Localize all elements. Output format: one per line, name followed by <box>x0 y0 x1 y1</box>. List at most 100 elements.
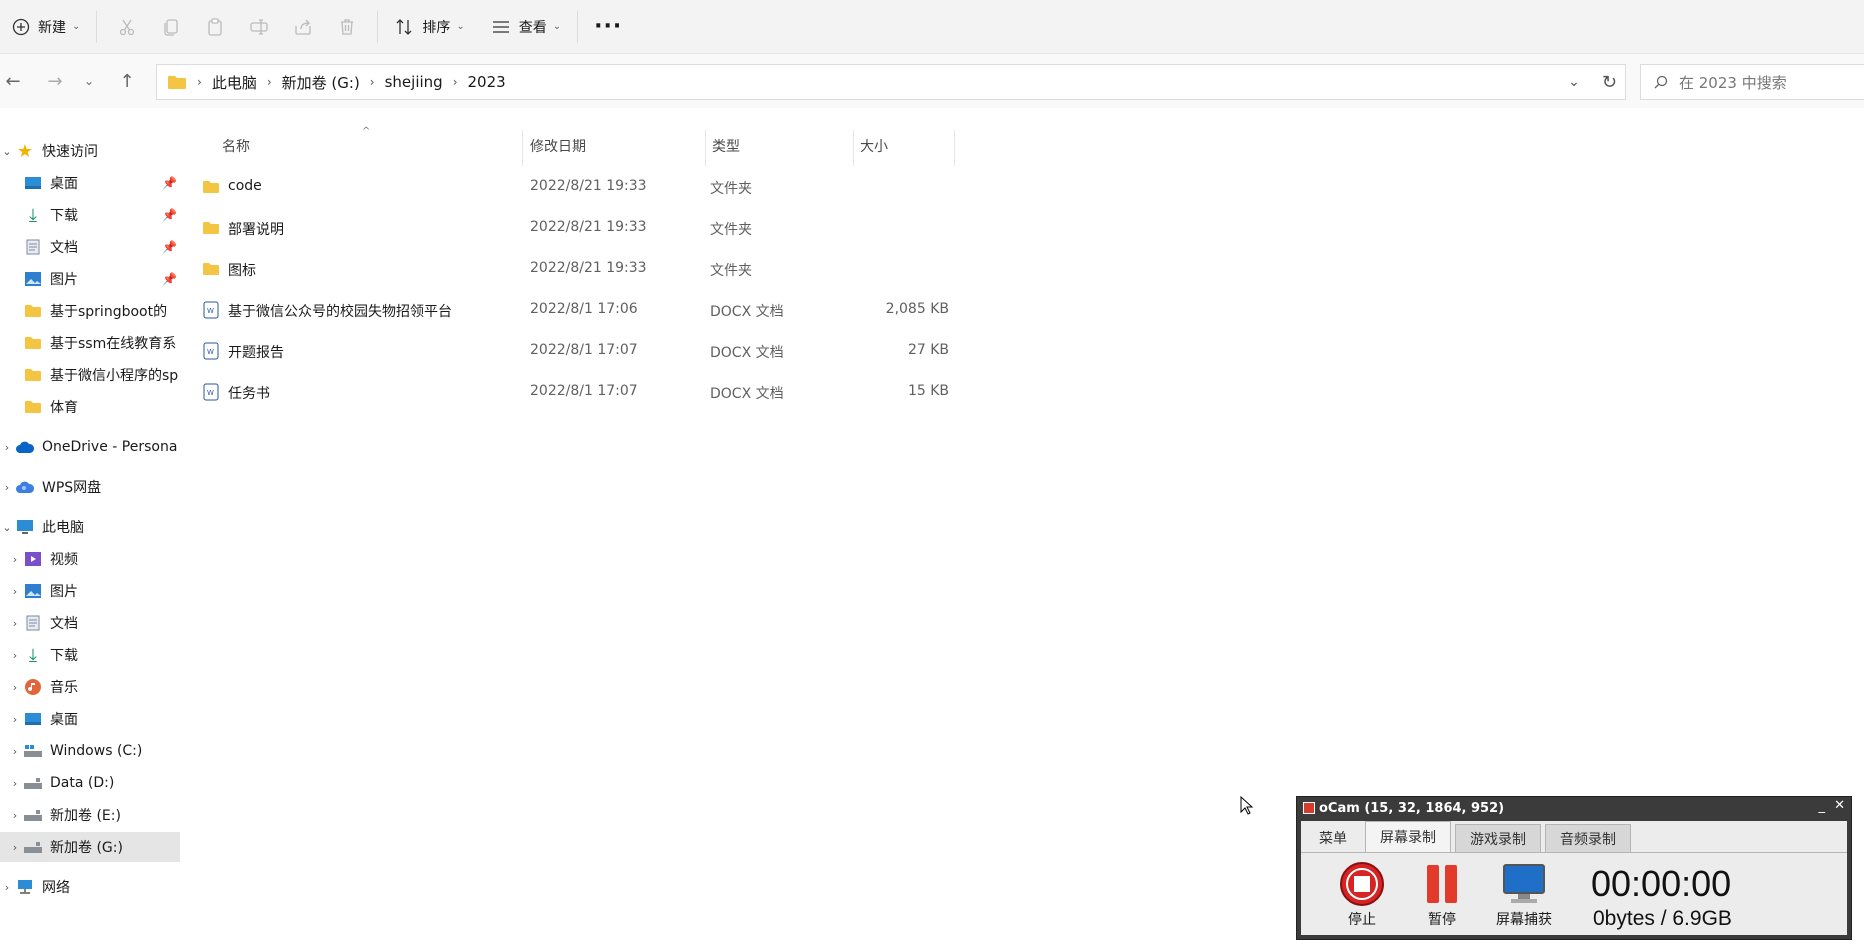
ocam-window: oCam (15, 32, 1864, 952) _ ✕ 菜单 屏幕录制 游戏录… <box>1296 796 1852 940</box>
chevron-right-icon: › <box>12 680 18 694</box>
tab-menu[interactable]: 菜单 <box>1305 824 1361 852</box>
folder-icon <box>22 300 44 322</box>
sidebar-item-drive-e[interactable]: › 新加卷 (E:) <box>0 800 180 830</box>
sidebar-item-folder-sports[interactable]: 体育 <box>0 392 180 422</box>
column-label: 大小 <box>860 139 888 155</box>
file-type: 文件夹 <box>710 222 752 238</box>
view-icon <box>492 20 509 33</box>
share-icon[interactable] <box>281 7 325 47</box>
sidebar-label: 下载 <box>50 648 78 664</box>
back-arrow-icon[interactable]: ← <box>0 64 30 98</box>
ocam-title-bar[interactable]: oCam (15, 32, 1864, 952) _ ✕ <box>1297 797 1851 819</box>
sidebar-this-pc[interactable]: ⌄ 此电脑 <box>0 512 180 542</box>
pin-icon[interactable]: 📌 <box>162 208 177 222</box>
sidebar-item-pc-desktop[interactable]: › 桌面 <box>0 704 180 734</box>
new-button[interactable]: 新建 ⌄ <box>4 7 88 47</box>
breadcrumb-drive-g[interactable]: 新加卷 (G:) <box>282 72 360 93</box>
sidebar-item-documents[interactable]: 文档 📌 <box>0 232 180 262</box>
chevron-right-icon: › <box>4 880 10 894</box>
refresh-icon[interactable]: ↻ <box>1602 72 1617 93</box>
file-modified: 2022/8/1 17:07 <box>530 342 638 358</box>
column-header-modified[interactable]: 修改日期 <box>530 126 710 166</box>
file-modified: 2022/8/21 19:33 <box>530 260 647 276</box>
recent-chevron-icon[interactable]: ⌄ <box>72 64 106 98</box>
sidebar-label: OneDrive - Persona <box>42 439 178 455</box>
sidebar-onedrive[interactable]: › OneDrive - Persona <box>0 432 180 462</box>
up-arrow-icon[interactable]: ↑ <box>110 64 144 98</box>
sidebar-label: 基于微信小程序的sp <box>50 368 179 384</box>
rename-icon[interactable] <box>237 7 281 47</box>
sidebar-network[interactable]: › 网络 <box>0 872 180 902</box>
stop-button[interactable]: 停止 <box>1325 861 1399 933</box>
sidebar-label: 基于springboot的 <box>50 304 168 320</box>
sidebar-label: 体育 <box>50 400 78 416</box>
sidebar-item-folder-wechat[interactable]: 基于微信小程序的sp <box>0 360 180 390</box>
file-type: 文件夹 <box>710 181 752 197</box>
column-divider[interactable] <box>853 130 854 166</box>
breadcrumb-2023[interactable]: 2023 <box>468 73 506 91</box>
sidebar-wps[interactable]: › WPS网盘 <box>0 472 180 502</box>
search-input[interactable]: 在 2023 中搜索 <box>1640 64 1864 100</box>
sidebar-item-folder-springboot[interactable]: 基于springboot的 <box>0 296 180 326</box>
minimize-icon[interactable]: _ <box>1819 799 1826 814</box>
sidebar-item-drive-g[interactable]: › 新加卷 (G:) <box>0 832 180 862</box>
sidebar-item-desktop[interactable]: 桌面 📌 <box>0 168 180 198</box>
sidebar-item-pc-documents[interactable]: › 文档 <box>0 608 180 638</box>
history-dropdown-icon[interactable]: ⌄ <box>1568 74 1580 90</box>
file-size: 2,085 KB <box>885 301 949 317</box>
sidebar-item-pc-downloads[interactable]: › ⤓ 下载 <box>0 640 180 670</box>
sidebar-item-music[interactable]: › 音乐 <box>0 672 180 702</box>
pictures-icon <box>22 580 44 602</box>
sidebar-item-videos[interactable]: › 视频 <box>0 544 180 574</box>
sidebar-item-pictures[interactable]: 图片 📌 <box>0 264 180 294</box>
sidebar-item-downloads[interactable]: ⤓ 下载 📌 <box>0 200 180 230</box>
pin-icon[interactable]: 📌 <box>162 240 177 254</box>
tab-game-record[interactable]: 游戏录制 <box>1455 824 1541 852</box>
breadcrumb-shejiing[interactable]: shejiing <box>385 73 443 91</box>
chevron-right-icon: › <box>12 648 18 662</box>
tab-screen-record[interactable]: 屏幕录制 <box>1365 821 1451 852</box>
pin-icon[interactable]: 📌 <box>162 176 177 190</box>
sidebar-item-drive-d[interactable]: › Data (D:) <box>0 768 180 798</box>
forward-arrow-icon[interactable]: → <box>38 64 72 98</box>
sort-button[interactable]: 排序 ⌄ <box>386 7 472 47</box>
screen-capture-button[interactable]: 屏幕捕获 <box>1487 861 1561 933</box>
column-header-name[interactable]: 名称 <box>222 126 522 166</box>
view-button[interactable]: 查看 ⌄ <box>483 7 569 47</box>
music-icon <box>22 676 44 698</box>
docx-icon: W <box>203 301 219 323</box>
more-options-icon[interactable]: ··· <box>586 7 630 47</box>
cut-icon[interactable] <box>105 7 149 47</box>
sidebar-item-pc-pictures[interactable]: › 图片 <box>0 576 180 606</box>
tab-audio-record[interactable]: 音频录制 <box>1545 824 1631 852</box>
chevron-right-icon: › <box>12 808 18 822</box>
sidebar-item-folder-ssm[interactable]: 基于ssm在线教育系 <box>0 328 180 358</box>
close-icon[interactable]: ✕ <box>1834 798 1845 813</box>
column-header-size[interactable]: 大小 <box>860 126 960 166</box>
column-header-type[interactable]: 类型 <box>712 126 862 166</box>
chevron-down-icon: ⌄ <box>72 21 81 32</box>
copy-icon[interactable] <box>149 7 193 47</box>
chevron-right-icon: › <box>369 75 375 89</box>
desktop-icon <box>22 172 44 194</box>
navigation-pane: ⌄ ★ 快速访问 桌面 📌 ⤓ 下载 📌 文档 📌 图片 📌 基于springb… <box>0 130 180 952</box>
paste-icon[interactable] <box>193 7 237 47</box>
ocam-logo-icon <box>1303 802 1315 814</box>
drive-icon <box>22 836 44 858</box>
delete-icon[interactable] <box>325 7 369 47</box>
sidebar-label: 下载 <box>50 208 78 224</box>
pictures-icon <box>22 268 44 290</box>
folder-icon <box>202 221 220 239</box>
new-label: 新建 <box>38 19 66 36</box>
column-divider[interactable] <box>705 130 706 166</box>
pause-button[interactable]: 暂停 <box>1405 861 1479 933</box>
sidebar-quick-access[interactable]: ⌄ ★ 快速访问 <box>0 136 180 166</box>
sidebar-item-drive-c[interactable]: › Windows (C:) <box>0 736 180 766</box>
address-bar[interactable]: › 此电脑 › 新加卷 (G:) › shejiing › 2023 ⌄ ↻ <box>156 64 1626 100</box>
chevron-right-icon: › <box>4 440 10 454</box>
pin-icon[interactable]: 📌 <box>162 272 177 286</box>
column-divider[interactable] <box>954 130 955 166</box>
sidebar-label: Windows (C:) <box>50 743 143 759</box>
breadcrumb-this-pc[interactable]: 此电脑 <box>212 72 257 93</box>
column-divider[interactable] <box>522 130 523 166</box>
